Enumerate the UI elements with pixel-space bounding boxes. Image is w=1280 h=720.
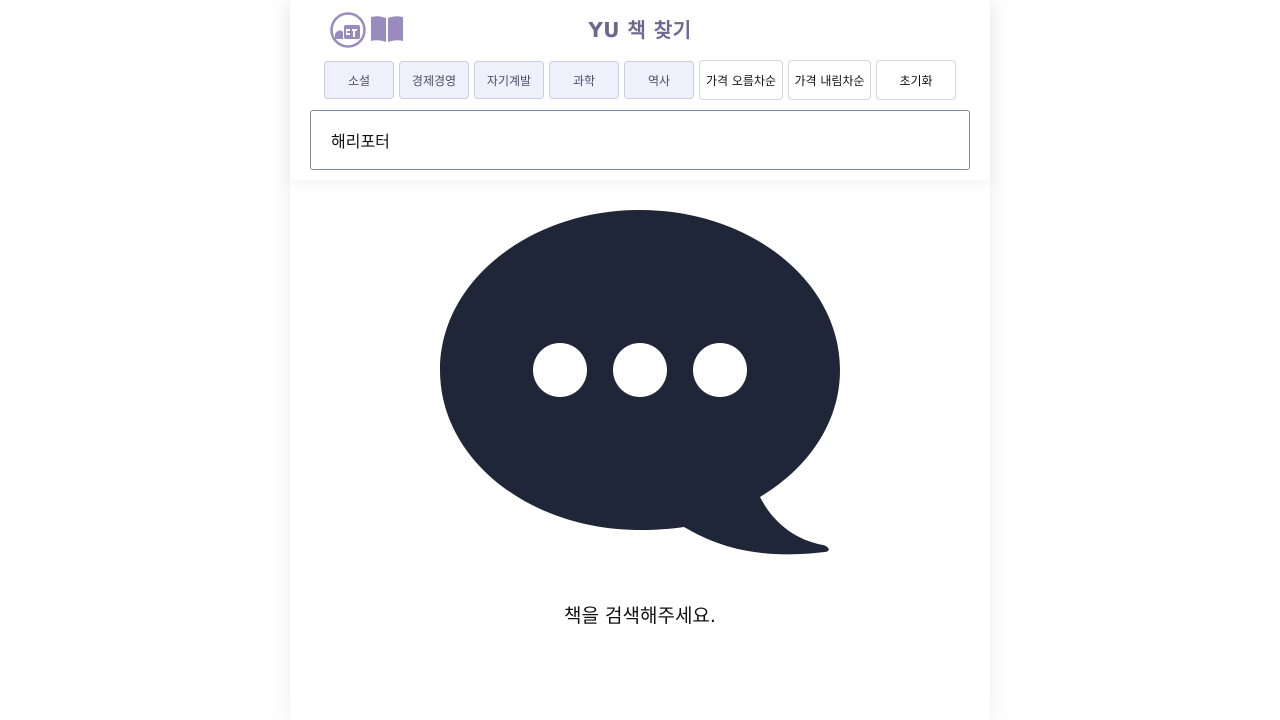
- category-button-self-help[interactable]: 자기계발: [474, 61, 544, 99]
- filter-bar: 소설 경제경영 자기계발 과학 역사 가격 오름차순 가격 내림차순 초기화: [324, 60, 956, 100]
- app-container: YU 책 찾기 소설 경제경영 자기계발 과학 역사 가격 오름차순 가격 내림…: [290, 0, 990, 720]
- category-button-science[interactable]: 과학: [549, 61, 619, 99]
- category-button-business[interactable]: 경제경영: [399, 61, 469, 99]
- speech-bubble-ellipsis-icon: [440, 210, 840, 555]
- category-button-history[interactable]: 역사: [624, 61, 694, 99]
- reset-button[interactable]: 초기화: [876, 60, 956, 100]
- search-input[interactable]: [310, 110, 970, 170]
- category-button-novel[interactable]: 소설: [324, 61, 394, 99]
- sort-price-desc-button[interactable]: 가격 내림차순: [788, 60, 871, 100]
- header: YU 책 찾기 소설 경제경영 자기계발 과학 역사 가격 오름차순 가격 내림…: [290, 0, 990, 180]
- sort-price-asc-button[interactable]: 가격 오름차순: [699, 60, 783, 100]
- page-title: YU 책 찾기: [588, 18, 692, 42]
- empty-state-message: 책을 검색해주세요.: [564, 605, 716, 627]
